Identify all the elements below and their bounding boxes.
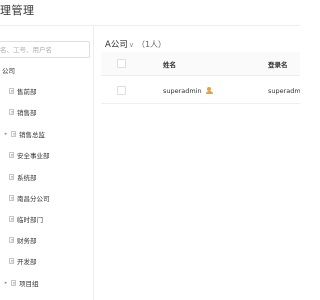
login-name-cell: superadmi <box>268 87 300 95</box>
department-icon <box>9 109 14 115</box>
tree-node[interactable]: 售前部 <box>9 84 37 98</box>
column-header-name: 姓名 <box>163 61 176 69</box>
select-all-checkbox[interactable] <box>117 59 126 68</box>
department-icon <box>11 280 16 286</box>
department-icon <box>9 216 14 222</box>
department-icon <box>9 195 14 201</box>
tree-node-label: 系统部 <box>17 174 37 182</box>
tree-node-label: 财务部 <box>17 237 37 245</box>
tree-node[interactable]: 临时部门 <box>9 212 43 226</box>
tree-node[interactable]: 系统部 <box>9 170 37 184</box>
breadcrumb[interactable]: A公司∨ （1人） <box>105 38 166 50</box>
tree-node[interactable]: 财务部 <box>9 233 37 247</box>
department-icon <box>9 88 14 94</box>
search-input[interactable] <box>0 41 90 58</box>
user-management-page: 理管理 公司售前部销售部 ▸ 销售总监安全事业部系统部南昌分公司临时部门财务部开发部… <box>0 0 300 300</box>
user-table: 姓名 登录名 superadmin superadmi <box>101 52 300 104</box>
table-header: 姓名 登录名 <box>101 52 300 76</box>
tree-node[interactable]: 安全事业部 <box>9 148 50 162</box>
tree-node-label: 开发部 <box>17 258 37 266</box>
tree-node[interactable]: 销售部 <box>9 105 37 119</box>
user-name: superadmin <box>163 87 202 95</box>
chevron-down-icon[interactable]: ∨ <box>129 41 134 49</box>
department-icon <box>9 258 14 264</box>
department-icon <box>9 174 14 180</box>
tree-node-label: 安全事业部 <box>17 152 50 160</box>
tree-node[interactable]: ▸ 项目组 <box>3 276 39 290</box>
tree-node-label: 售前部 <box>17 88 37 96</box>
breadcrumb-company[interactable]: A公司 <box>105 40 128 50</box>
department-icon <box>11 131 16 137</box>
tree-node-label: 销售部 <box>17 109 37 117</box>
row-checkbox[interactable] <box>117 86 126 95</box>
tree-node[interactable]: 公司 <box>2 63 15 77</box>
tree-node-label: 南昌分公司 <box>17 195 50 203</box>
expand-caret-icon[interactable]: ▸ <box>3 131 9 137</box>
tree-node[interactable]: 开发部 <box>9 254 37 268</box>
column-header-login: 登录名 <box>268 61 288 69</box>
tree-node[interactable]: 南昌分公司 <box>9 191 50 205</box>
admin-user-icon <box>205 87 213 94</box>
tree-node-label: 销售总监 <box>19 131 45 139</box>
expand-caret-icon[interactable]: ▸ <box>3 280 9 286</box>
member-count: （1人） <box>136 40 167 49</box>
tree-node-label: 项目组 <box>19 280 39 288</box>
department-icon <box>9 237 14 243</box>
tree-node-label: 临时部门 <box>17 216 43 224</box>
department-icon <box>9 152 14 158</box>
user-name-cell: superadmin <box>163 87 213 95</box>
tree-node-label: 公司 <box>2 67 15 75</box>
tree-node[interactable]: ▸ 销售总监 <box>3 127 45 141</box>
page-title: 理管理 <box>0 4 35 17</box>
table-row[interactable]: superadmin superadmi <box>101 76 300 104</box>
